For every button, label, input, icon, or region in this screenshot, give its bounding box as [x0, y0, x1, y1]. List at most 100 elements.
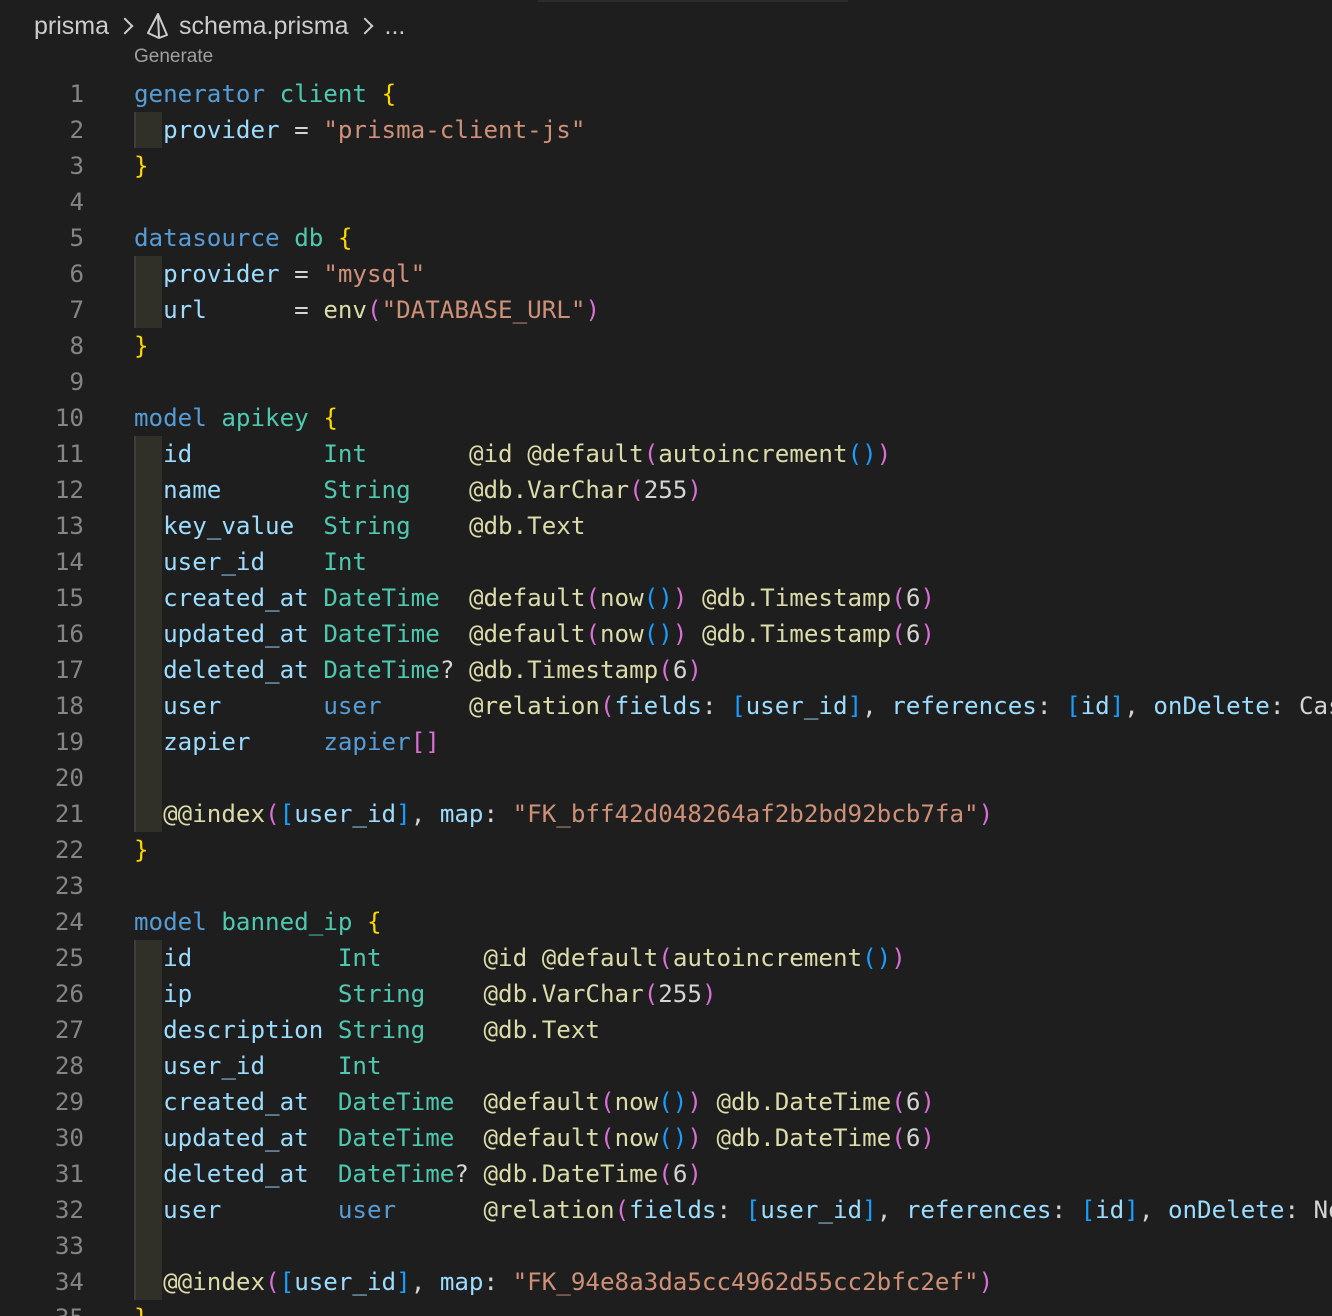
code-token: DateTime	[337, 1088, 455, 1116]
code-line[interactable]: 22}	[0, 832, 1332, 868]
code-line[interactable]: 26 ip String @db.VarChar(255)	[0, 976, 1332, 1012]
code-token: : Cascade, onUpdate: NoAction	[1269, 692, 1332, 720]
code-line[interactable]: 25 id Int @id @default(autoincrement())	[0, 940, 1332, 976]
code-line[interactable]: 3}	[0, 148, 1332, 184]
code-line[interactable]: 35}	[0, 1300, 1332, 1316]
code-line[interactable]: 14 user_id Int	[0, 544, 1332, 580]
line-number: 28	[54, 1052, 84, 1080]
code-line[interactable]: 23	[0, 868, 1332, 904]
code-token: created_at	[163, 1088, 309, 1116]
code-token: @default	[527, 440, 644, 468]
code-token: @db.Timestamp	[701, 584, 892, 612]
code-token: ,	[410, 800, 440, 828]
code-token: String	[337, 1016, 426, 1044]
code-line[interactable]: 34 @@index([user_id], map: "FK_94e8a3da5…	[0, 1264, 1332, 1300]
code-token: user_id	[745, 692, 848, 720]
code-token: ()	[643, 620, 673, 648]
code-line[interactable]: 5 datasource db {	[0, 220, 1332, 256]
code-token: )	[876, 440, 892, 468]
code-token: autoincrement	[672, 944, 863, 972]
code-editor[interactable]: 1 generator client {2 provider = "prisma-…	[0, 76, 1332, 1316]
code-line[interactable]: 15 created_at DateTime @default(now()) @…	[0, 580, 1332, 616]
code-line[interactable]: 9	[0, 364, 1332, 400]
code-token: =	[206, 296, 324, 324]
code-token: datasource	[134, 224, 280, 252]
code-line[interactable]: 30 updated_at DateTime @default(now()) @…	[0, 1120, 1332, 1156]
code-token: env	[323, 296, 367, 324]
code-token: updated_at	[163, 1124, 309, 1152]
breadcrumb-more[interactable]: ...	[385, 12, 406, 41]
code-line[interactable]: 29 created_at DateTime @default(now()) @…	[0, 1084, 1332, 1120]
code-token: Int	[337, 1052, 382, 1080]
code-text: description String @db.Text	[134, 1012, 1332, 1048]
code-line[interactable]: 27 description String @db.Text	[0, 1012, 1332, 1048]
code-line[interactable]: 10 model apikey {	[0, 400, 1332, 436]
code-line[interactable]: 11 id Int @id @default(autoincrement())	[0, 436, 1332, 472]
line-number: 35	[0, 1300, 84, 1316]
code-line[interactable]: 20	[0, 760, 1332, 796]
code-line[interactable]: 16 updated_at DateTime @default(now()) @…	[0, 616, 1332, 652]
code-line[interactable]: 13 key_value String @db.Text	[0, 508, 1332, 544]
code-text: }	[134, 328, 1332, 364]
code-token: DateTime	[323, 620, 440, 648]
code-token: user_id	[163, 1052, 266, 1080]
code-token: 6	[672, 1160, 688, 1188]
code-token: @db.DateTime	[716, 1124, 892, 1152]
indent-guide	[134, 1228, 162, 1264]
code-line[interactable]: 32 user user @relation(fields: [user_id]…	[0, 1192, 1332, 1228]
code-line[interactable]: 12 name String @db.VarChar(255)	[0, 472, 1332, 508]
code-token: url	[163, 296, 207, 324]
code-token: =	[279, 116, 324, 144]
code-line[interactable]: 28 user_id Int	[0, 1048, 1332, 1084]
breadcrumb-file[interactable]: schema.prisma	[179, 12, 349, 41]
code-token: String	[337, 980, 426, 1008]
code-line[interactable]: 2 provider = "prisma-client-js"	[0, 112, 1332, 148]
code-token: onDelete	[1167, 1196, 1285, 1224]
line-number: 12	[54, 476, 84, 504]
code-line[interactable]: 6 provider = "mysql"	[0, 256, 1332, 292]
code-line[interactable]: 17 deleted_at DateTime? @db.Timestamp(6)	[0, 652, 1332, 688]
code-token: references	[905, 1196, 1052, 1224]
code-token: )	[687, 1124, 702, 1152]
code-line[interactable]: 4	[0, 184, 1332, 220]
code-token: user_id	[760, 1196, 863, 1224]
code-token: [	[279, 800, 295, 828]
line-number: 24	[54, 908, 84, 936]
generate-codelens[interactable]: Generate	[134, 46, 213, 68]
code-token: fields	[614, 692, 702, 720]
code-token: model	[134, 908, 207, 936]
code-line[interactable]: 8}	[0, 328, 1332, 364]
code-token: (	[658, 1160, 673, 1188]
code-token: "FK_94e8a3da5cc4962d55cc2bfc2ef"	[512, 1268, 979, 1296]
line-number: 17	[54, 656, 84, 684]
code-token: ,	[1124, 692, 1154, 720]
code-token: (	[600, 1124, 615, 1152]
code-line[interactable]: 1 generator client {	[0, 76, 1332, 112]
line-number: 20	[54, 764, 84, 792]
code-line[interactable]: 24 model banned_ip {	[0, 904, 1332, 940]
breadcrumb-folder[interactable]: prisma	[34, 12, 109, 41]
code-token: @default	[468, 584, 586, 612]
code-line[interactable]: 21 @@index([user_id], map: "FK_bff42d048…	[0, 796, 1332, 832]
code-token: DateTime	[337, 1124, 455, 1152]
code-line[interactable]: 31 deleted_at DateTime? @db.DateTime(6)	[0, 1156, 1332, 1192]
code-line[interactable]: 33	[0, 1228, 1332, 1264]
code-line[interactable]: 19 zapier zapier[]	[0, 724, 1332, 760]
code-token: )	[701, 980, 717, 1008]
code-token: key_value	[163, 512, 295, 540]
code-line[interactable]: 7 url = env("DATABASE_URL")	[0, 292, 1332, 328]
code-token: ()	[658, 1124, 688, 1152]
code-token: :	[716, 1196, 746, 1224]
code-line[interactable]: 18 user user @relation(fields: [user_id]…	[0, 688, 1332, 724]
